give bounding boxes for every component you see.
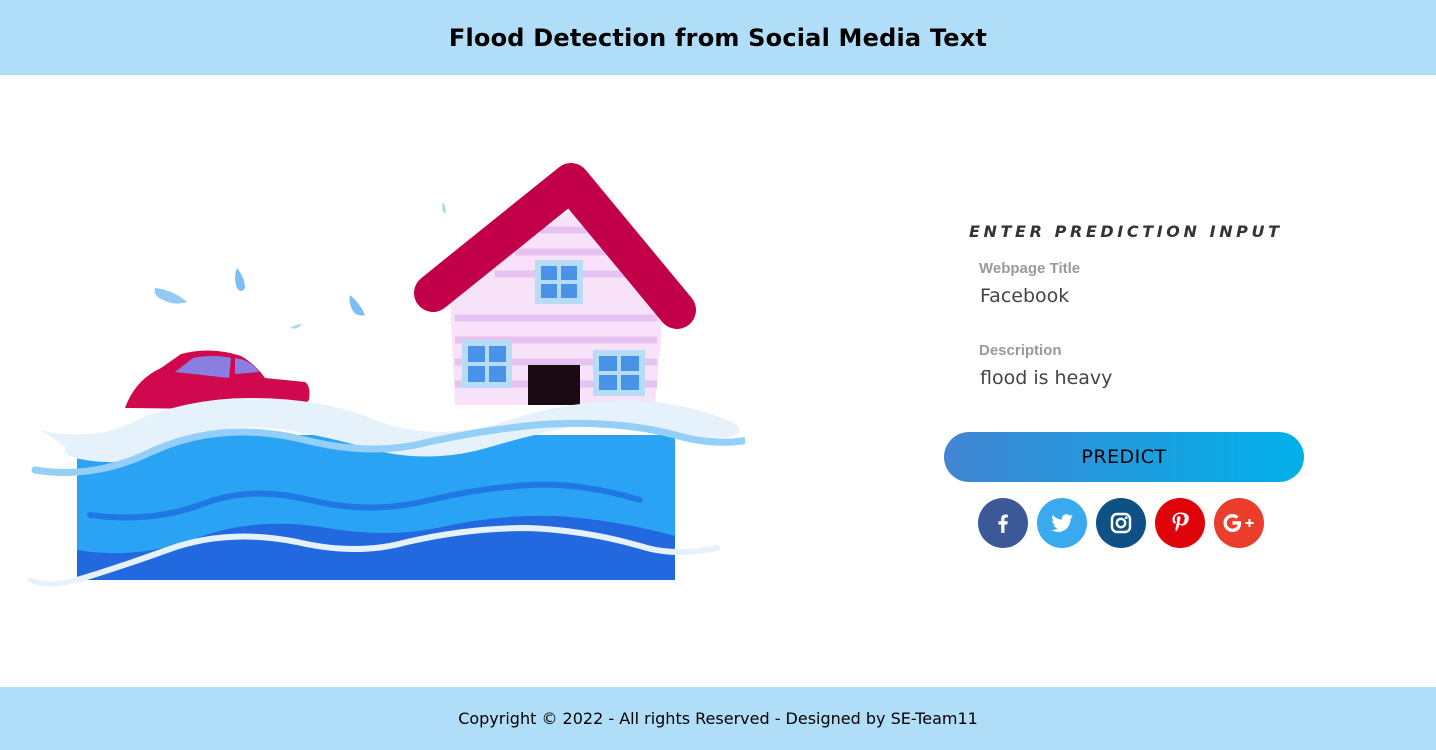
flood-house-car-illustration: [27, 163, 759, 587]
instagram-icon: [1110, 512, 1132, 534]
webpage-title-label: Webpage Title: [979, 260, 1081, 277]
google-plus-link[interactable]: [1214, 498, 1264, 548]
flood-illustration: [25, 150, 759, 600]
twitter-link[interactable]: [1037, 498, 1087, 548]
pinterest-icon: [1172, 512, 1189, 532]
form-heading: ENTER PREDICTION INPUT: [969, 222, 1283, 241]
copyright-text: Copyright © 2022 - All rights Reserved -…: [458, 709, 978, 728]
page-title: Flood Detection from Social Media Text: [448, 23, 988, 52]
page-header: Flood Detection from Social Media Text: [0, 0, 1436, 75]
twitter-icon: [1051, 514, 1073, 532]
predict-button[interactable]: PREDICT: [944, 432, 1304, 482]
pinterest-link[interactable]: [1155, 498, 1205, 548]
description-label: Description: [979, 342, 1062, 359]
facebook-icon: [998, 514, 1008, 533]
description-input[interactable]: [978, 364, 1292, 392]
google-plus-icon: [1223, 514, 1254, 532]
social-links: [978, 498, 1264, 548]
page-footer: Copyright © 2022 - All rights Reserved -…: [0, 687, 1436, 750]
webpage-title-input[interactable]: [978, 282, 1292, 310]
instagram-link[interactable]: [1096, 498, 1146, 548]
facebook-link[interactable]: [978, 498, 1028, 548]
